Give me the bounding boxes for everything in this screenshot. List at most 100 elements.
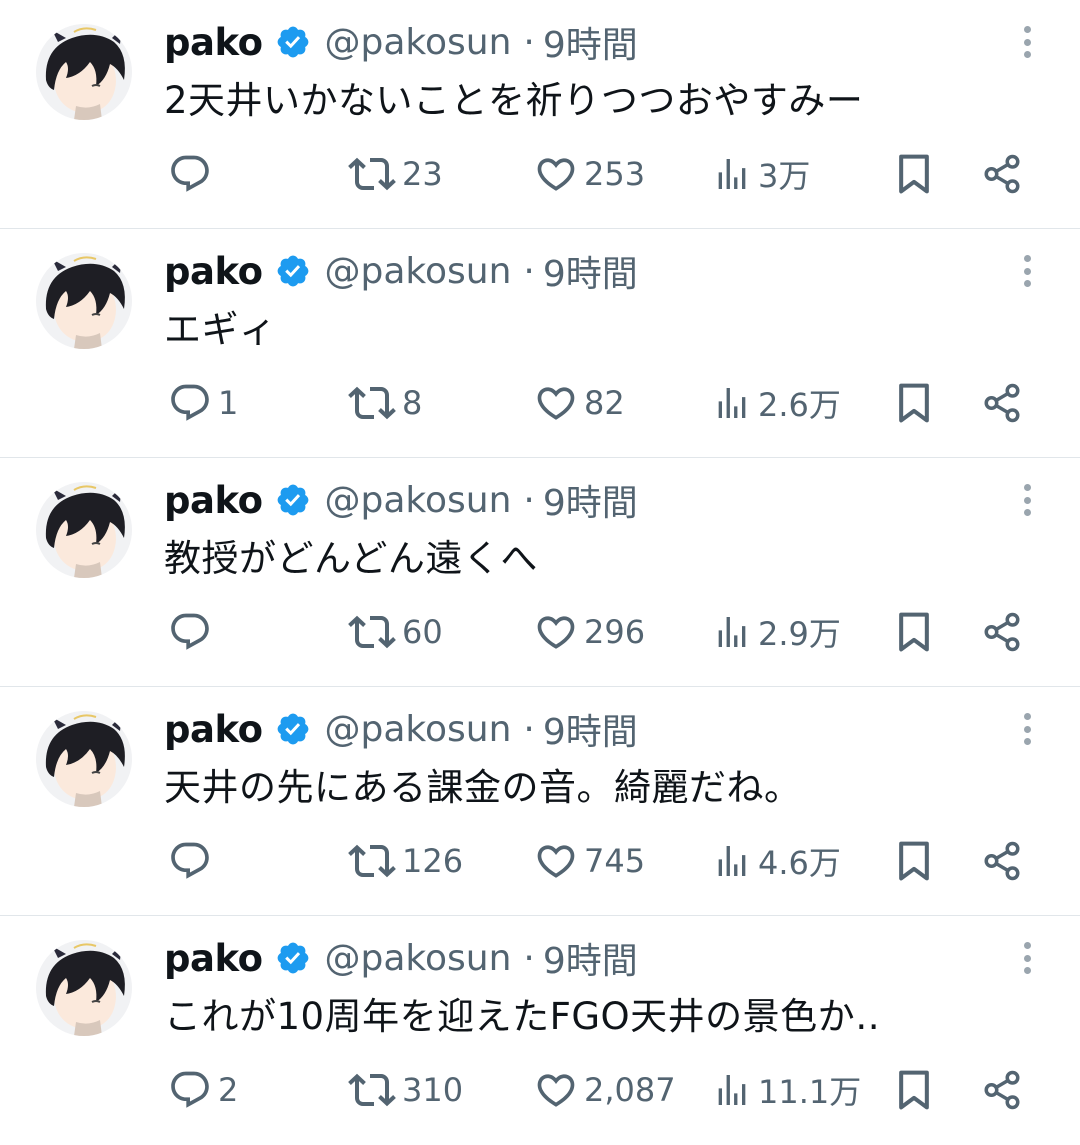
- share-button[interactable]: [981, 1062, 1023, 1118]
- share-button[interactable]: [981, 833, 1023, 889]
- like-button[interactable]: 82: [534, 375, 625, 431]
- more-icon[interactable]: [1010, 251, 1044, 291]
- tweet-actions: 60 296 2.9万: [0, 604, 1080, 660]
- like-icon: [537, 1074, 575, 1107]
- views-button[interactable]: 11.1万: [712, 1062, 861, 1118]
- tweet-actions: 23 253 3万: [0, 146, 1080, 202]
- views-button[interactable]: 4.6万: [712, 833, 841, 889]
- like-count: 253: [584, 155, 646, 193]
- reply-button[interactable]: [168, 146, 218, 202]
- author-name[interactable]: pako: [164, 937, 263, 980]
- share-button[interactable]: [981, 146, 1023, 202]
- separator-dot: ·: [523, 479, 535, 521]
- author-handle[interactable]: @pakosun: [325, 22, 512, 63]
- author-name[interactable]: pako: [164, 21, 263, 64]
- like-count: 2,087: [584, 1071, 676, 1109]
- bookmark-button[interactable]: [894, 833, 934, 889]
- bookmark-icon: [899, 1070, 929, 1110]
- timestamp[interactable]: 9時間: [543, 932, 638, 984]
- more-icon[interactable]: [1010, 709, 1044, 749]
- bookmark-button[interactable]: [894, 604, 934, 660]
- author-name[interactable]: pako: [164, 708, 263, 751]
- views-icon: [718, 159, 746, 189]
- avatar[interactable]: [36, 253, 132, 349]
- retweet-button[interactable]: 23: [348, 146, 443, 202]
- tweet[interactable]: pako @pakosun · 9時間 教授がどんどん遠くへ 60 296 2.…: [0, 458, 1080, 687]
- reply-button[interactable]: 2: [168, 1062, 238, 1118]
- bookmark-button[interactable]: [894, 1062, 934, 1118]
- views-button[interactable]: 3万: [712, 146, 810, 202]
- retweet-count: 23: [402, 155, 443, 193]
- retweet-button[interactable]: 310: [348, 1062, 463, 1118]
- tweet-header: pako @pakosun · 9時間: [164, 14, 638, 70]
- tweet-text: 天井の先にある課金の音。綺麗だね。: [164, 766, 802, 809]
- tweet-text: エギィ: [164, 308, 277, 351]
- reply-button[interactable]: [168, 833, 218, 889]
- timestamp[interactable]: 9時間: [543, 703, 638, 755]
- verified-badge-icon: [275, 711, 311, 747]
- tweet-header: pako @pakosun · 9時間: [164, 243, 638, 299]
- verified-badge-icon: [275, 24, 311, 60]
- tweet-header: pako @pakosun · 9時間: [164, 472, 638, 528]
- retweet-icon: [348, 386, 396, 420]
- timestamp[interactable]: 9時間: [543, 474, 638, 526]
- retweet-icon: [348, 1073, 396, 1107]
- retweet-button[interactable]: 60: [348, 604, 443, 660]
- reply-icon: [171, 384, 209, 421]
- tweet-actions: 126 745 4.6万: [0, 833, 1080, 889]
- bookmark-button[interactable]: [894, 146, 934, 202]
- verified-badge-icon: [275, 940, 311, 976]
- author-name[interactable]: pako: [164, 250, 263, 293]
- like-button[interactable]: 745: [534, 833, 645, 889]
- views-count: 4.6万: [758, 844, 841, 882]
- author-handle[interactable]: @pakosun: [325, 938, 512, 979]
- bookmark-icon: [899, 383, 929, 423]
- verified-badge-icon: [275, 482, 311, 518]
- avatar[interactable]: [36, 940, 132, 1036]
- views-count: 2.9万: [758, 615, 841, 653]
- share-button[interactable]: [981, 375, 1023, 431]
- more-icon[interactable]: [1010, 938, 1044, 978]
- more-icon[interactable]: [1010, 22, 1044, 62]
- like-count: 745: [584, 842, 646, 880]
- reply-count: 2: [218, 1071, 239, 1109]
- like-icon: [537, 387, 575, 420]
- tweet[interactable]: pako @pakosun · 9時間 これが10周年を迎えたFGO天井の景色か…: [0, 916, 1080, 1145]
- tweet-text: これが10周年を迎えたFGO天井の景色か‥: [164, 995, 881, 1038]
- views-button[interactable]: 2.9万: [712, 604, 841, 660]
- timestamp[interactable]: 9時間: [543, 245, 638, 297]
- retweet-button[interactable]: 8: [348, 375, 422, 431]
- bookmark-icon: [899, 841, 929, 881]
- like-button[interactable]: 2,087: [534, 1062, 676, 1118]
- tweet-text: 教授がどんどん遠くへ: [164, 537, 538, 580]
- separator-dot: ·: [523, 250, 535, 292]
- share-icon: [984, 612, 1020, 652]
- tweet[interactable]: pako @pakosun · 9時間 2天井いかないことを祈りつつおやすみー …: [0, 0, 1080, 229]
- author-name[interactable]: pako: [164, 479, 263, 522]
- avatar[interactable]: [36, 711, 132, 807]
- bookmark-icon: [899, 612, 929, 652]
- tweet-actions: 2 310 2,087 11.1万: [0, 1062, 1080, 1118]
- tweet[interactable]: pako @pakosun · 9時間 エギィ 1 8 82 2.6万: [0, 229, 1080, 458]
- timeline-feed: pako @pakosun · 9時間 2天井いかないことを祈りつつおやすみー …: [0, 0, 1080, 1137]
- reply-button[interactable]: 1: [168, 375, 238, 431]
- retweet-button[interactable]: 126: [348, 833, 463, 889]
- timestamp[interactable]: 9時間: [543, 16, 638, 68]
- like-button[interactable]: 253: [534, 146, 645, 202]
- like-button[interactable]: 296: [534, 604, 645, 660]
- avatar[interactable]: [36, 482, 132, 578]
- avatar[interactable]: [36, 24, 132, 120]
- reply-icon: [171, 155, 209, 192]
- views-icon: [718, 388, 746, 418]
- bookmark-button[interactable]: [894, 375, 934, 431]
- views-button[interactable]: 2.6万: [712, 375, 841, 431]
- tweet[interactable]: pako @pakosun · 9時間 天井の先にある課金の音。綺麗だね。 12…: [0, 687, 1080, 916]
- reply-button[interactable]: [168, 604, 218, 660]
- author-handle[interactable]: @pakosun: [325, 251, 512, 292]
- views-icon: [718, 846, 746, 876]
- author-handle[interactable]: @pakosun: [325, 709, 512, 750]
- share-icon: [984, 841, 1020, 881]
- author-handle[interactable]: @pakosun: [325, 480, 512, 521]
- more-icon[interactable]: [1010, 480, 1044, 520]
- share-button[interactable]: [981, 604, 1023, 660]
